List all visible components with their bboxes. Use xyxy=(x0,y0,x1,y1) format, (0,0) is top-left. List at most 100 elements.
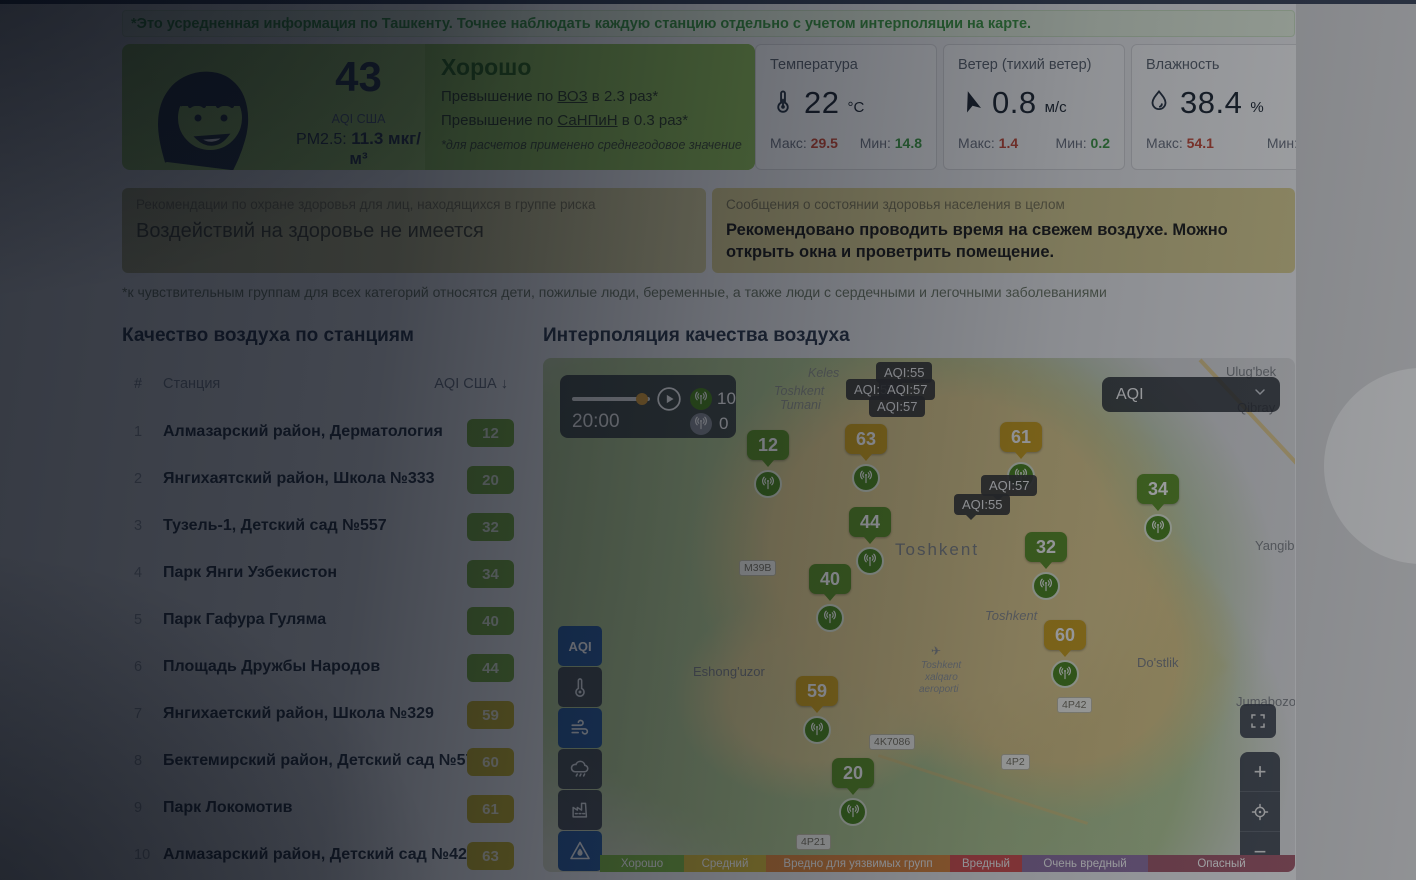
timeline-time: 20:00 xyxy=(572,411,620,433)
station-number: 10 xyxy=(134,847,150,863)
aqi-value: 43 xyxy=(292,54,425,100)
humidity-value: 38.4 xyxy=(1180,85,1242,121)
fire-layer-button[interactable] xyxy=(558,831,602,871)
risk-advisory-title: Рекомендации по охране здоровья для лиц,… xyxy=(136,197,692,212)
rain-icon xyxy=(569,758,591,780)
station-name: Бектемирский район, Детский сад №578 xyxy=(163,752,483,770)
station-row[interactable]: 7Янгихаетский район, Школа №32959 xyxy=(122,692,514,739)
marker-pointer xyxy=(860,454,872,461)
marker-pointer xyxy=(1152,504,1164,511)
map-place-label: Toshkent xyxy=(985,608,1037,623)
station-row[interactable]: 10Алмазарский район, Детский сад №42363 xyxy=(122,833,514,880)
marker-value: 40 xyxy=(809,564,851,594)
map-marker[interactable]: 20 xyxy=(832,758,874,826)
station-number: 4 xyxy=(134,565,142,581)
play-button[interactable] xyxy=(656,386,682,412)
map-place-label: aeroporti xyxy=(919,684,958,695)
station-antenna-icon xyxy=(1144,514,1172,542)
sanpin-link[interactable]: СаНПиН xyxy=(557,112,617,129)
legend-item: Вредно для уязвимых групп xyxy=(766,855,950,872)
station-row[interactable]: 4Парк Янги Узбекистон34 xyxy=(122,551,514,598)
emissions-layer-button[interactable] xyxy=(558,790,602,830)
marker-value: 20 xyxy=(832,758,874,788)
temperature-card: Температура 22 °C Макс: 29.5 Мин: 14.8 xyxy=(755,44,937,170)
aqi-tooltip: AQI:55 xyxy=(954,494,1010,515)
aqi-summary-card: 43 AQI США PM2.5: 11.3 мкг/м³ Хорошо Пре… xyxy=(122,44,755,170)
humidity-unit: % xyxy=(1250,99,1263,116)
station-aqi-badge: 32 xyxy=(467,513,514,541)
map-zoom-controls: + − xyxy=(1240,752,1280,872)
station-row[interactable]: 8Бектемирский район, Детский сад №57860 xyxy=(122,739,514,786)
wind-unit: м/с xyxy=(1045,99,1067,116)
temperature-layer-button[interactable] xyxy=(558,667,602,707)
edge-widget-circle xyxy=(1324,368,1416,564)
temperature-unit: °C xyxy=(847,99,864,116)
who-link[interactable]: ВОЗ xyxy=(557,88,587,105)
road-badge: 4K7086 xyxy=(869,734,915,750)
station-number: 9 xyxy=(134,800,142,816)
station-aqi-badge: 12 xyxy=(467,419,514,447)
map-marker[interactable]: 59 xyxy=(796,676,838,744)
station-name: Алмазарский район, Детский сад №423 xyxy=(163,846,476,864)
marker-value: 44 xyxy=(849,507,891,537)
sanpin-suffix: в 0.3 раз* xyxy=(618,112,689,129)
station-row[interactable]: 5 Парк Гафура Гуляма 40 xyxy=(122,598,514,645)
station-name: Янгихаетский район, Школа №329 xyxy=(163,705,434,723)
locate-button[interactable] xyxy=(1240,792,1280,832)
legend-item: Вредный xyxy=(950,855,1022,872)
station-aqi-badge: 40 xyxy=(467,607,514,635)
marker-value: 59 xyxy=(796,676,838,706)
zoom-in-button[interactable]: + xyxy=(1240,752,1280,792)
map-place-label: Toshkent xyxy=(921,660,961,671)
station-row[interactable]: 1Алмазарский район, Дерматология12 xyxy=(122,410,514,457)
marker-pointer xyxy=(1015,452,1027,459)
aqi-scale-label: AQI США xyxy=(292,112,425,126)
station-number: 7 xyxy=(134,706,142,722)
time-slider[interactable] xyxy=(572,397,650,401)
weather-cards: Температура 22 °C Макс: 29.5 Мин: 14.8 В… xyxy=(755,44,1296,170)
marker-value: 32 xyxy=(1025,532,1067,562)
station-aqi-badge: 44 xyxy=(467,654,514,682)
station-row[interactable]: 9Парк Локомотив61 xyxy=(122,786,514,833)
map-marker[interactable]: 60 xyxy=(1044,620,1086,688)
map-layer-toolbar: AQI xyxy=(558,626,602,872)
station-row[interactable]: 6Площадь Дружбы Народов44 xyxy=(122,645,514,692)
station-aqi-badge: 34 xyxy=(467,560,514,588)
station-number: 5 xyxy=(134,612,142,628)
station-name: Парк Гафура Гуляма xyxy=(163,611,326,629)
station-row[interactable]: 2Янгихаятский район, Школа №33320 xyxy=(122,457,514,504)
legend-item: Очень вредный xyxy=(1022,855,1148,872)
marker-value: 34 xyxy=(1137,474,1179,504)
col-number: # xyxy=(134,376,142,392)
map-marker[interactable]: 34 xyxy=(1137,474,1179,542)
station-name: Алмазарский район, Дерматология xyxy=(163,423,443,441)
layer-dropdown[interactable]: AQI xyxy=(1102,377,1280,412)
fullscreen-button[interactable] xyxy=(1240,704,1276,738)
map-place-label: Do'stlik xyxy=(1137,655,1179,670)
sensitive-groups-note: *к чувствительным группам для всех катег… xyxy=(122,284,1107,300)
map-marker[interactable]: 32 xyxy=(1025,532,1067,600)
who-exceedance-line: Превышение по ВОЗ в 2.3 раз* xyxy=(441,88,755,105)
map-place-label: Toshkent xyxy=(895,540,979,560)
online-stations-count: 10 xyxy=(717,389,736,409)
map-marker[interactable]: 63 xyxy=(845,424,887,492)
notice-bar: *Это усредненная информация по Ташкенту.… xyxy=(122,10,1295,37)
map-marker[interactable]: 40 xyxy=(809,564,851,632)
top-strip xyxy=(0,0,1416,4)
aqi-status: Хорошо xyxy=(441,54,755,81)
marker-pointer xyxy=(847,788,859,795)
station-antenna-icon xyxy=(1051,660,1079,688)
risk-advisory-body: Воздействий на здоровье не имеется xyxy=(136,220,692,243)
station-row[interactable]: 3Тузель-1, Детский сад №55732 xyxy=(122,504,514,551)
wind-layer-button[interactable] xyxy=(558,708,602,748)
station-antenna-icon xyxy=(803,716,831,744)
col-aqi-sort[interactable]: AQI США ↓ xyxy=(434,376,508,392)
air-quality-map[interactable]: KelesToshkentTumaniUlug'bekQibrayYangibo… xyxy=(543,358,1295,872)
map-marker[interactable]: 44 xyxy=(849,507,891,575)
precipitation-layer-button[interactable] xyxy=(558,749,602,789)
time-slider-thumb[interactable] xyxy=(636,393,648,405)
aqi-layer-button[interactable]: AQI xyxy=(558,626,602,666)
road-badge: 4P21 xyxy=(796,834,831,850)
map-marker[interactable]: 12 xyxy=(747,430,789,498)
chevron-down-icon xyxy=(1252,384,1268,405)
